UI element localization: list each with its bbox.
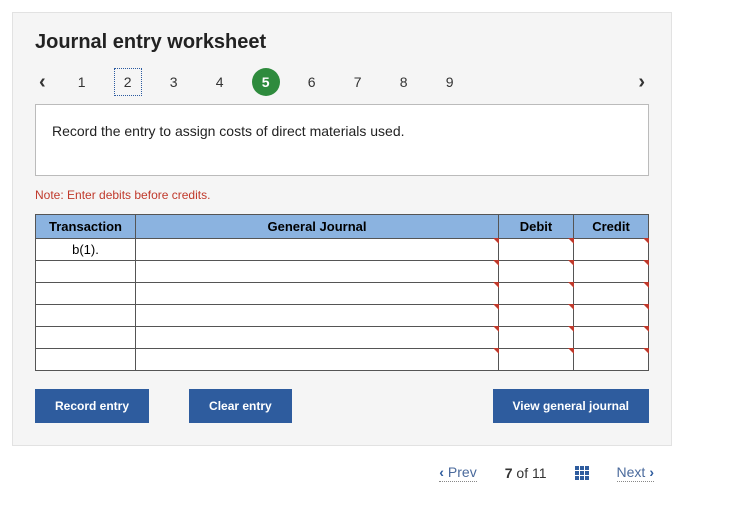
table-row — [36, 327, 649, 349]
prev-label: Prev — [448, 464, 477, 480]
cell-debit[interactable] — [499, 261, 574, 283]
page-current: 7 — [505, 465, 513, 481]
journal-table: Transaction General Journal Debit Credit… — [35, 214, 649, 371]
step-3[interactable]: 3 — [160, 68, 188, 96]
table-row — [36, 283, 649, 305]
col-header-credit: Credit — [574, 215, 649, 239]
next-label: Next — [617, 464, 646, 480]
cell-transaction[interactable] — [36, 327, 136, 349]
clear-entry-button[interactable]: Clear entry — [189, 389, 292, 423]
next-link[interactable]: Next › — [617, 464, 654, 482]
button-row: Record entry Clear entry View general jo… — [35, 389, 649, 423]
step-7[interactable]: 7 — [344, 68, 372, 96]
cell-credit[interactable] — [574, 349, 649, 371]
cell-debit[interactable] — [499, 327, 574, 349]
chevron-right-icon: › — [649, 464, 654, 480]
cell-credit[interactable] — [574, 327, 649, 349]
page-of-word: of — [516, 465, 528, 481]
step-1[interactable]: 1 — [68, 68, 96, 96]
col-header-debit: Debit — [499, 215, 574, 239]
page-total: 11 — [532, 465, 547, 481]
step-nav: ‹ 123456789 › — [35, 68, 649, 96]
cell-credit[interactable] — [574, 305, 649, 327]
view-general-journal-button[interactable]: View general journal — [493, 389, 649, 423]
step-9[interactable]: 9 — [436, 68, 464, 96]
page-title: Journal entry worksheet — [35, 31, 649, 54]
table-row — [36, 261, 649, 283]
cell-debit[interactable] — [499, 239, 574, 261]
cell-debit[interactable] — [499, 305, 574, 327]
instruction-box: Record the entry to assign costs of dire… — [35, 104, 649, 176]
step-6[interactable]: 6 — [298, 68, 326, 96]
step-8[interactable]: 8 — [390, 68, 418, 96]
cell-general-journal[interactable] — [136, 261, 499, 283]
cell-transaction[interactable] — [36, 349, 136, 371]
cell-general-journal[interactable] — [136, 349, 499, 371]
pager-footer: ‹ Prev 7 of 11 Next › — [12, 446, 672, 482]
cell-general-journal[interactable] — [136, 327, 499, 349]
cell-credit[interactable] — [574, 261, 649, 283]
grid-icon[interactable] — [575, 466, 589, 480]
chevron-right-icon[interactable]: › — [634, 71, 649, 94]
page-indicator: 7 of 11 — [505, 465, 547, 481]
step-4[interactable]: 4 — [206, 68, 234, 96]
cell-transaction[interactable] — [36, 261, 136, 283]
cell-transaction[interactable]: b(1). — [36, 239, 136, 261]
col-header-transaction: Transaction — [36, 215, 136, 239]
cell-general-journal[interactable] — [136, 239, 499, 261]
chevron-left-icon: ‹ — [439, 464, 444, 480]
step-2[interactable]: 2 — [114, 68, 142, 96]
record-entry-button[interactable]: Record entry — [35, 389, 149, 423]
cell-credit[interactable] — [574, 283, 649, 305]
cell-general-journal[interactable] — [136, 283, 499, 305]
note-text: Note: Enter debits before credits. — [35, 188, 649, 202]
table-row — [36, 349, 649, 371]
cell-debit[interactable] — [499, 283, 574, 305]
worksheet-panel: Journal entry worksheet ‹ 123456789 › Re… — [12, 12, 672, 446]
chevron-left-icon[interactable]: ‹ — [35, 71, 50, 94]
prev-link[interactable]: ‹ Prev — [439, 464, 476, 482]
step-5[interactable]: 5 — [252, 68, 280, 96]
cell-credit[interactable] — [574, 239, 649, 261]
cell-transaction[interactable] — [36, 283, 136, 305]
cell-debit[interactable] — [499, 349, 574, 371]
table-row — [36, 305, 649, 327]
cell-general-journal[interactable] — [136, 305, 499, 327]
cell-transaction[interactable] — [36, 305, 136, 327]
table-row: b(1). — [36, 239, 649, 261]
col-header-general-journal: General Journal — [136, 215, 499, 239]
